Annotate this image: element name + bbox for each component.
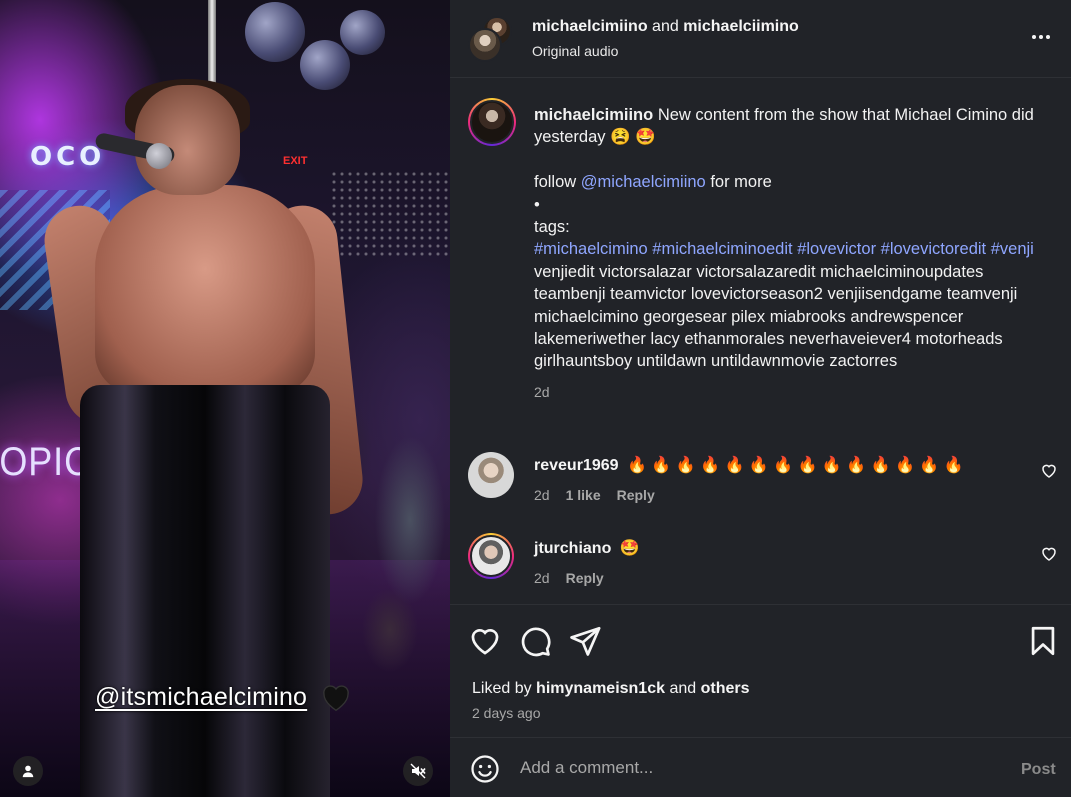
authors-conjunction: and — [652, 18, 679, 35]
post-panel: michaelcimiino and michaelciimino Origin… — [450, 0, 1071, 797]
heart-icon[interactable] — [1040, 462, 1058, 480]
post-authors: michaelcimiino and michaelciimino — [532, 18, 799, 36]
disco-ball — [300, 40, 350, 90]
commenter-username[interactable]: jturchiano — [534, 540, 611, 557]
share-paper-plane-icon[interactable] — [568, 624, 602, 658]
collab-avatars[interactable] — [468, 16, 514, 62]
comment-input[interactable] — [520, 758, 960, 778]
caption-username[interactable]: michaelcimiino — [534, 106, 653, 124]
liked-by-conjunction: and — [669, 680, 697, 697]
tagged-users-button[interactable] — [13, 756, 43, 786]
comment-time[interactable]: 2d — [534, 487, 550, 503]
comment-likes[interactable]: 1 like — [566, 487, 601, 503]
user-icon — [22, 765, 34, 778]
follow-suffix: for more — [710, 173, 772, 192]
stage-pole — [208, 0, 216, 90]
reply-button[interactable]: Reply — [617, 487, 655, 503]
comment-bubble-icon[interactable] — [518, 624, 552, 658]
author-link[interactable]: michaelcimiino — [532, 18, 648, 35]
hashtag-venji[interactable]: #venji — [991, 240, 1034, 258]
save-bookmark-icon[interactable] — [1026, 624, 1060, 658]
video-player[interactable]: OCO EXIT OPICANA @itsmichaelcimino — [0, 0, 450, 797]
disco-ball — [245, 2, 305, 62]
heart-icon[interactable] — [1040, 545, 1058, 563]
caption-emojis: 😫 🤩 — [610, 128, 656, 147]
audio-link[interactable]: Original audio — [532, 43, 618, 59]
more-options-button[interactable] — [1028, 24, 1054, 50]
hashtag-links[interactable]: #michaelcimino #michaelciminoedit #lovev… — [534, 240, 986, 258]
follow-prefix: follow — [534, 173, 577, 192]
liked-by-user-link[interactable]: himynameisn1ck — [536, 680, 665, 697]
black-heart-icon — [323, 685, 349, 712]
speaker-muted-icon — [410, 763, 426, 779]
post-actions: Liked by himynameisn1ck and others 2 day… — [450, 604, 1071, 737]
mute-button[interactable] — [403, 756, 433, 786]
disco-ball — [340, 10, 385, 55]
author-link[interactable]: michaelciimino — [683, 18, 799, 35]
post-header: michaelcimiino and michaelciimino Origin… — [450, 0, 1071, 78]
commenter-avatar[interactable] — [468, 452, 514, 498]
more-icon — [1032, 35, 1036, 39]
comment-text: 🤩 — [619, 540, 640, 557]
commenter-username[interactable]: reveur1969 — [534, 457, 619, 474]
post-caption: michaelcimiino New content from the show… — [534, 104, 1049, 403]
add-comment-bar: Post — [450, 737, 1071, 797]
caption-bullet: • — [534, 195, 540, 214]
liked-by-prefix: Liked by — [472, 680, 532, 697]
caption-time[interactable]: 2d — [534, 384, 550, 400]
post-comment-button[interactable]: Post — [1021, 761, 1056, 779]
tags-label: tags: — [534, 218, 570, 237]
liked-by-others-link[interactable]: others — [701, 680, 750, 697]
reply-button[interactable]: Reply — [566, 570, 604, 586]
story-mention-tag: @itsmichaelcimino — [95, 683, 308, 711]
post-date[interactable]: 2 days ago — [472, 705, 541, 721]
emoji-smiley-icon[interactable] — [470, 754, 500, 784]
like-heart-icon[interactable] — [468, 624, 502, 658]
avatar — [468, 28, 502, 62]
liked-by: Liked by himynameisn1ck and others — [472, 680, 750, 698]
comment-text: 🔥 🔥 🔥 🔥 🔥 🔥 🔥 🔥 🔥 🔥 🔥 🔥 🔥 🔥 — [626, 457, 964, 474]
mention-link[interactable]: @michaelcimiino — [581, 173, 706, 191]
caption-avatar[interactable] — [468, 98, 516, 146]
commenter-avatar[interactable] — [468, 533, 514, 579]
plain-tags: venjiedit victorsalazar victorsalazaredi… — [534, 262, 1018, 371]
comment-time[interactable]: 2d — [534, 570, 550, 586]
